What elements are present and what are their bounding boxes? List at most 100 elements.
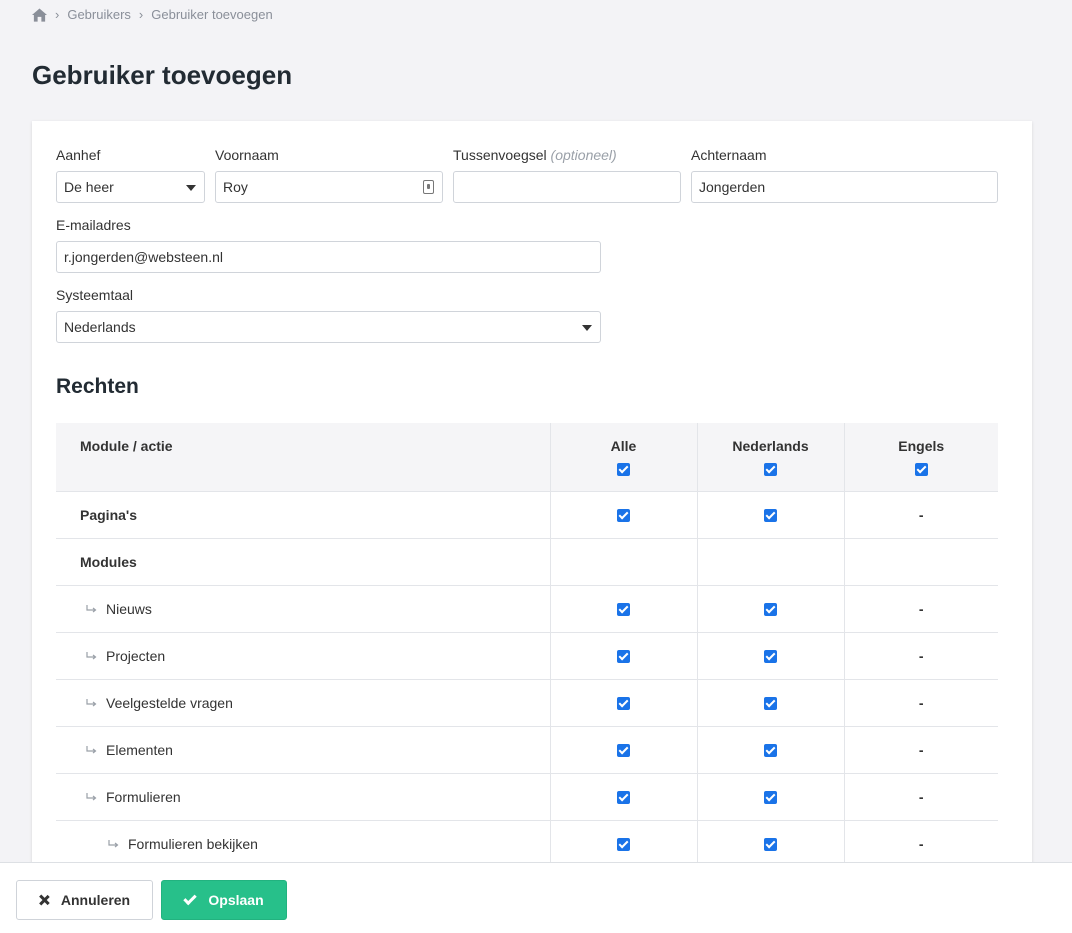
permission-checkbox-alle[interactable] [617,509,630,523]
cell-en: - [843,679,998,727]
achternaam-input[interactable]: Jongerden [691,171,998,203]
not-applicable-mark: - [918,741,924,758]
not-applicable-mark: - [918,506,924,523]
systeemtaal-label: Systeemtaal [56,287,134,303]
cell-nl [696,773,844,821]
table-row: Pagina's - [56,491,998,539]
select-all-alle-checkbox[interactable] [617,463,630,476]
tussenvoegsel-label: Tussenvoegsel (optioneel) [453,147,617,163]
caret-down-icon [186,185,196,191]
systeemtaal-select[interactable]: Nederlands [56,311,601,343]
user-form-card: Aanhef De heer Voornaam Roy Tussenvoegse… [32,121,1032,881]
not-applicable-mark: - [918,788,924,805]
not-applicable-mark: - [918,835,924,852]
aanhef-select[interactable]: De heer [56,171,205,203]
cell-alle [549,491,697,539]
voornaam-input[interactable]: Roy [215,171,443,203]
cell-en: - [843,585,998,633]
cell-alle [549,726,697,774]
permission-checkbox-nl[interactable] [764,697,777,711]
caret-down-icon [582,325,592,331]
permission-checkbox-nl[interactable] [764,650,777,664]
chevron-right-icon: › [138,7,144,22]
cell-nl [696,585,844,633]
cell-alle [549,773,697,821]
table-row: Elementen - [56,726,998,774]
cell-alle [549,538,697,586]
row-module-name: Projecten [56,632,550,680]
cell-nl [696,632,844,680]
row-label: Pagina's [80,506,138,523]
table-row: Formulieren - [56,773,998,821]
breadcrumb-item-gebruikers[interactable]: Gebruikers [67,7,131,22]
row-module-name: Pagina's [56,491,550,539]
email-input[interactable]: r.jongerden@websteen.nl [56,241,601,273]
table-row: Modules [56,538,998,586]
permission-checkbox-nl[interactable] [764,744,777,758]
cell-en: - [843,773,998,821]
permission-checkbox-nl[interactable] [764,509,777,523]
save-button[interactable]: Opslaan [161,880,287,920]
aanhef-value: De heer [64,179,114,195]
rights-header-row: Module / actie Alle Nederlands Engels [56,423,998,492]
breadcrumb: › Gebruikers › Gebruiker toevoegen [32,7,273,22]
permission-checkbox-nl[interactable] [764,791,777,805]
achternaam-label: Achternaam [691,147,767,163]
page-title: Gebruiker toevoegen [32,60,293,90]
row-module-name: Formulieren [56,773,550,821]
cancel-label: Annuleren [60,892,131,908]
row-label: Elementen [106,741,173,758]
col-engels-label: Engels [898,438,945,454]
email-value: r.jongerden@websteen.nl [64,249,223,265]
table-row: Veelgestelde vragen - [56,679,998,727]
cell-nl [696,820,844,868]
cancel-button[interactable]: Annuleren [16,880,153,920]
voornaam-value: Roy [223,179,248,195]
table-row: Formulieren bekijken - [56,820,998,868]
tussenvoegsel-input[interactable] [453,171,681,203]
email-label: E-mailadres [56,217,131,233]
voornaam-label: Voornaam [215,147,279,163]
cell-en [843,538,998,586]
cell-en: - [843,632,998,680]
not-applicable-mark: - [918,694,924,711]
sub-arrow-icon [86,604,97,612]
col-module: Module / actie [56,423,550,492]
select-all-nederlands-checkbox[interactable] [764,463,777,476]
home-icon[interactable] [32,7,47,22]
col-nederlands: Nederlands [696,423,844,492]
sub-arrow-icon [108,839,119,847]
contact-card-icon[interactable] [423,180,434,194]
row-module-name: Modules [56,538,550,586]
permission-checkbox-alle[interactable] [617,838,630,852]
permission-checkbox-alle[interactable] [617,603,630,617]
col-engels: Engels [843,423,998,492]
col-nederlands-label: Nederlands [732,438,809,454]
check-icon [183,891,198,905]
col-alle-label: Alle [610,438,637,454]
sub-arrow-icon [86,792,97,800]
row-module-name: Formulieren bekijken [56,820,550,868]
close-icon [39,895,49,905]
select-all-engels-checkbox[interactable] [914,463,928,476]
permission-checkbox-nl[interactable] [764,603,777,617]
permission-checkbox-alle[interactable] [617,791,630,805]
cell-alle [549,679,697,727]
sub-arrow-icon [86,651,97,659]
permission-checkbox-alle[interactable] [617,744,630,758]
not-applicable-mark: - [918,600,924,617]
action-footer: Annuleren Opslaan [0,862,1072,933]
row-module-name: Veelgestelde vragen [56,679,550,727]
chevron-right-icon: › [55,7,60,22]
cell-alle [549,632,697,680]
permission-checkbox-nl[interactable] [764,838,777,852]
cell-alle [549,820,697,868]
row-label: Formulieren bekijken [128,835,258,852]
row-label: Modules [80,553,137,570]
breadcrumb-item-current: Gebruiker toevoegen [151,7,273,22]
permission-checkbox-alle[interactable] [617,697,630,711]
row-label: Nieuws [106,600,152,617]
permission-checkbox-alle[interactable] [617,650,630,664]
cell-nl [696,538,844,586]
achternaam-value: Jongerden [699,179,766,195]
